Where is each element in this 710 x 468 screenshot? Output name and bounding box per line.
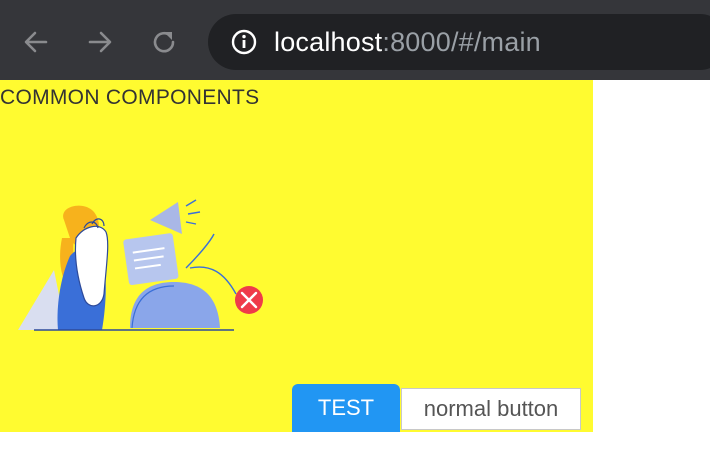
normal-button[interactable]: normal button [401, 388, 581, 430]
url-path: :8000/#/main [382, 26, 541, 57]
info-icon[interactable] [230, 28, 258, 56]
url-host: localhost [274, 26, 383, 57]
arrow-left-icon [24, 31, 48, 53]
test-button[interactable]: TEST [292, 384, 400, 432]
notification-illustration [18, 199, 263, 331]
reload-icon [153, 31, 175, 53]
page-title: COMMON COMPONENTS [0, 86, 260, 109]
browser-toolbar: localhost:8000/#/main [0, 0, 710, 80]
reload-button[interactable] [146, 24, 182, 60]
url-text[interactable]: localhost:8000/#/main [274, 27, 541, 58]
back-button[interactable] [18, 24, 54, 60]
page-content: COMMON COMPONENTS TEST normal button [0, 80, 593, 432]
forward-button[interactable] [82, 24, 118, 60]
address-bar[interactable]: localhost:8000/#/main [208, 14, 710, 70]
arrow-right-icon [88, 31, 112, 53]
